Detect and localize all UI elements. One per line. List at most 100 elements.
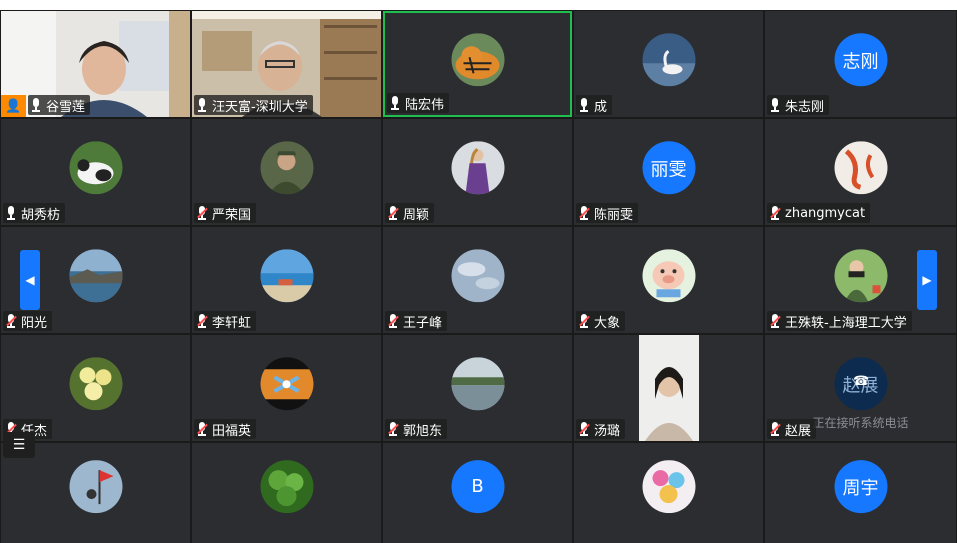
mic-icon <box>579 98 589 112</box>
participant-name: 王子峰 <box>403 315 443 331</box>
participant-name: 王殊轶-上海理工大学 <box>785 315 907 331</box>
participant-name: 陈丽雯 <box>594 207 634 223</box>
participant-name: 周颖 <box>403 207 430 223</box>
participant-name: 汪天富-深圳大学 <box>212 99 308 115</box>
flag-icon <box>69 460 122 514</box>
pig-cartoon-icon <box>642 249 695 303</box>
participant-tile[interactable]: 周颖 <box>383 119 572 225</box>
swan-icon <box>642 33 695 87</box>
participant-tile-speaking[interactable]: 陆宏伟 <box>383 11 572 117</box>
participant-tile[interactable] <box>192 443 381 543</box>
mic-muted-icon <box>579 422 590 436</box>
participant-name: 成 <box>594 99 608 115</box>
tiger-icon <box>451 33 504 87</box>
participant-tile[interactable]: 任杰 <box>1 335 190 441</box>
participant-name: 汤璐 <box>594 423 621 439</box>
participant-tile[interactable]: 严荣国 <box>192 119 381 225</box>
participant-nameplate: 李轩虹 <box>194 311 257 331</box>
figure-icon <box>451 141 504 195</box>
participant-tile[interactable]: 👤 谷雪莲 <box>1 11 190 117</box>
mic-muted-icon <box>197 422 208 436</box>
participant-name: 田福英 <box>212 423 252 439</box>
prev-page-button[interactable]: ◀ <box>20 250 40 310</box>
participant-nameplate: 陆宏伟 <box>387 93 450 113</box>
lake-icon <box>451 357 504 411</box>
mic-icon <box>390 96 400 110</box>
mic-muted-icon <box>770 422 781 436</box>
participant-nameplate: 阳光 <box>3 311 53 331</box>
mic-muted-icon <box>197 206 208 220</box>
participant-tile[interactable]: 大象 <box>574 227 763 333</box>
mic-muted-icon <box>388 422 399 436</box>
participant-tile[interactable]: 胡秀枋 <box>1 119 190 225</box>
participant-avatar: B <box>451 460 504 514</box>
participant-avatar: 志刚 <box>834 33 887 87</box>
koi-icon <box>834 141 887 195</box>
chevron-right-icon: ▶ <box>922 273 932 287</box>
mic-icon <box>6 206 16 220</box>
leaf-icon <box>260 460 313 514</box>
participant-name: 严荣国 <box>212 207 252 223</box>
participant-nameplate: 郭旭东 <box>385 419 448 439</box>
next-page-button[interactable]: ▶ <box>917 250 937 310</box>
participant-nameplate: 汪天富-深圳大学 <box>194 95 313 115</box>
participant-tile[interactable]: 丽雯 陈丽雯 <box>574 119 763 225</box>
participant-tile[interactable] <box>574 443 763 543</box>
participant-tile[interactable]: 周宇 <box>765 443 956 543</box>
participant-nameplate: 胡秀枋 <box>3 203 66 223</box>
participant-tile[interactable]: 郭旭东 <box>383 335 572 441</box>
participant-tile[interactable]: 汤璐 <box>574 335 763 441</box>
participant-nameplate: 王子峰 <box>385 311 448 331</box>
participant-nameplate: 谷雪莲 <box>28 95 91 115</box>
participant-nameplate: 赵展 <box>767 419 817 439</box>
participant-name: 李轩虹 <box>212 315 252 331</box>
participant-nameplate: 陈丽雯 <box>576 203 639 223</box>
participant-tile[interactable]: 成 <box>574 11 763 117</box>
panda-icon <box>69 141 122 195</box>
participant-name: 赵展 <box>785 423 812 439</box>
phone-icon: ☎ <box>853 374 870 389</box>
participant-nameplate: zhangmycat <box>767 203 871 223</box>
chevron-left-icon: ◀ <box>25 273 35 287</box>
top-bar <box>0 0 957 10</box>
participant-tile[interactable]: 汪天富-深圳大学 <box>192 11 381 117</box>
participant-nameplate: 朱志刚 <box>767 95 830 115</box>
participant-avatar: 周宇 <box>834 460 887 514</box>
participant-nameplate: 王殊轶-上海理工大学 <box>767 311 912 331</box>
participant-list-button[interactable]: ☰ <box>3 432 35 458</box>
mic-icon <box>31 98 41 112</box>
participant-tile[interactable]: 田福英 <box>192 335 381 441</box>
mic-muted-icon <box>579 206 590 220</box>
participant-tile[interactable]: 志刚 朱志刚 <box>765 11 956 117</box>
participant-tile[interactable]: 李轩虹 <box>192 227 381 333</box>
camera-person-icon <box>834 249 887 303</box>
mic-icon <box>770 98 780 112</box>
list-icon: ☰ <box>12 437 26 453</box>
mic-muted-icon <box>770 206 781 220</box>
flower-icon <box>69 357 122 411</box>
candy-icon <box>642 460 695 514</box>
portrait-icon <box>260 141 313 195</box>
beach-icon <box>260 249 313 303</box>
camera-video <box>639 335 699 441</box>
participant-nameplate: 周颖 <box>385 203 435 223</box>
participant-name: 大象 <box>594 315 621 331</box>
mic-icon <box>197 98 207 112</box>
sky-icon <box>451 249 504 303</box>
mic-muted-icon <box>6 314 17 328</box>
participant-tile[interactable]: 王子峰 <box>383 227 572 333</box>
participant-tile[interactable]: 赵展 ☎ 正在接听系统电话 赵展 <box>765 335 956 441</box>
participant-tile[interactable]: B <box>383 443 572 543</box>
participant-tile[interactable]: zhangmycat <box>765 119 956 225</box>
participant-name: 谷雪莲 <box>46 99 86 115</box>
participant-nameplate: 田福英 <box>194 419 257 439</box>
participant-avatar: 丽雯 <box>642 141 695 195</box>
participant-name: zhangmycat <box>785 205 866 221</box>
participant-nameplate: 成 <box>576 95 613 115</box>
mic-muted-icon <box>388 206 399 220</box>
participant-name: 胡秀枋 <box>21 207 61 223</box>
participant-tile[interactable] <box>1 443 190 543</box>
coast-icon <box>69 249 122 303</box>
participant-nameplate: 汤璐 <box>576 419 626 439</box>
host-icon: 👤 <box>1 95 26 117</box>
